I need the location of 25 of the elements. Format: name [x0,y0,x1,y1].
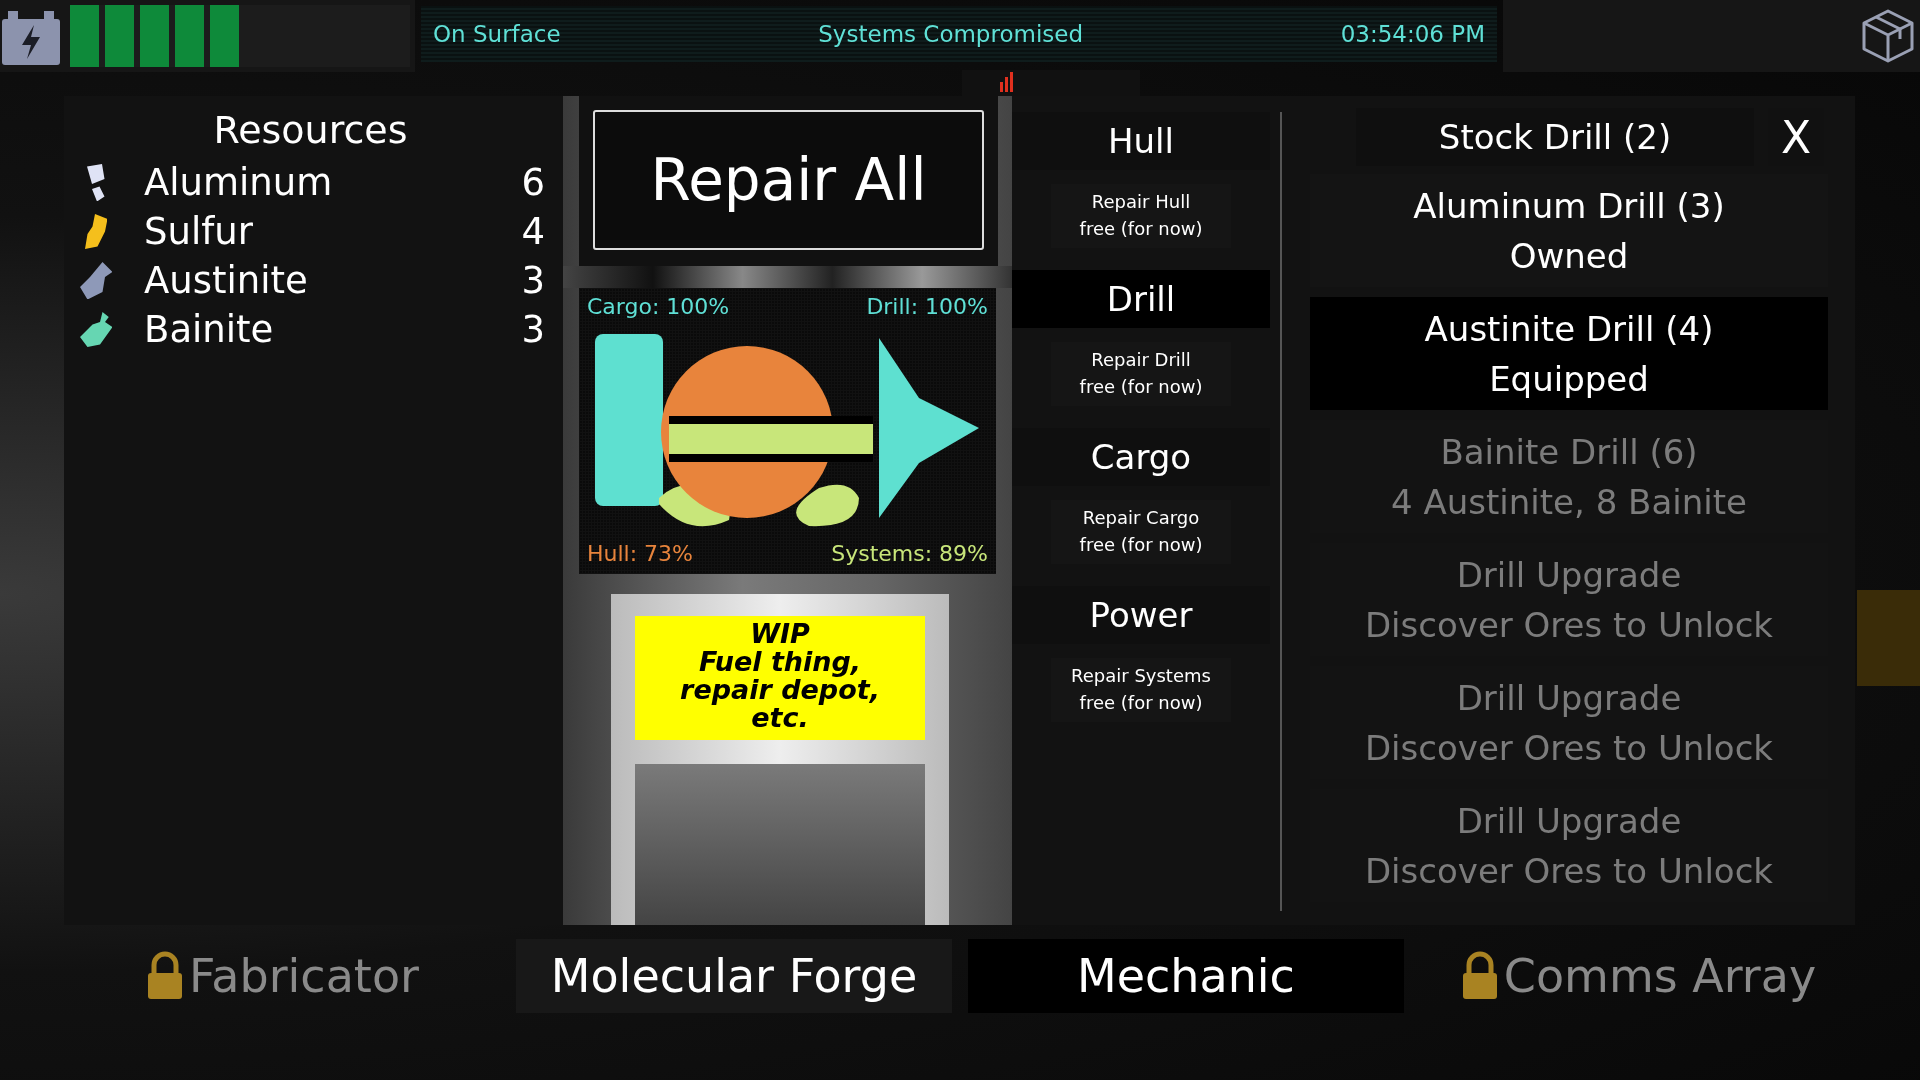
location-text: On Surface [433,21,561,47]
wip-sign: WIP Fuel thing, repair depot, etc. [635,616,925,740]
signal-icon [1000,72,1014,92]
resource-count: 3 [521,259,545,302]
systems-status-label: Systems: 89% [831,541,988,566]
clock-text: 03:54:06 PM [1340,21,1485,47]
resource-name: Austinite [144,259,309,302]
resource-name: Aluminum [144,161,334,204]
repair-all-button[interactable]: Repair All [593,110,984,250]
cargo-status-label: Cargo: 100% [587,294,730,319]
resource-count: 4 [521,210,545,253]
tab[interactable]: Fabricator [64,939,500,1013]
tab[interactable]: Comms Array [1420,939,1856,1013]
drill-option[interactable]: Austinite Drill (4) Equipped [1310,297,1828,410]
hull-status-label: Hull: 73% [587,541,693,566]
resources-title: Resources [212,108,409,152]
resource-name: Bainite [144,308,275,351]
tab[interactable]: Molecular Forge [516,939,952,1013]
resource-name: Sulfur [144,210,254,253]
drill-status-label: Drill: 100% [866,294,988,319]
resource-count: 6 [521,161,545,204]
section-tab[interactable]: Drill [1012,270,1270,328]
status-text: Systems Compromised [817,21,1084,47]
resource-count: 3 [521,308,545,351]
tab[interactable]: Mechanic [968,939,1404,1013]
